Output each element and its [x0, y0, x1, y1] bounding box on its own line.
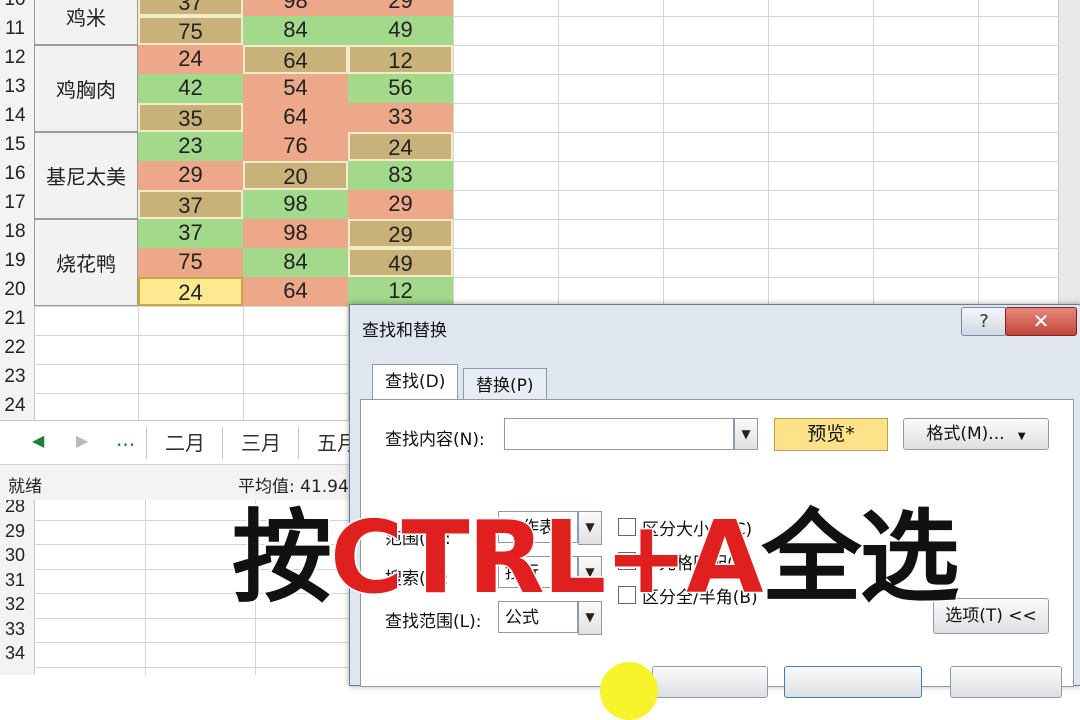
caption-shortcut: CTRL+A [329, 498, 766, 618]
data-cell[interactable]: 84 [243, 248, 348, 277]
chevron-down-icon: ▼ [1017, 431, 1026, 442]
data-cell[interactable]: 24 [138, 277, 243, 306]
find-replace-dialog: 查找和替换 ? ✕ 查找(D) 替换(P) 查找内容(N): ▼ 预览* 格式(… [349, 304, 1080, 698]
row-number[interactable]: 10 [0, 0, 30, 11]
tab-replace[interactable]: 替换(P) [463, 368, 547, 403]
row-number[interactable]: 28 [0, 500, 30, 517]
data-cell[interactable]: 49 [348, 248, 453, 277]
row-number[interactable]: 12 [0, 47, 30, 69]
find-next-button[interactable] [784, 666, 922, 698]
row-number[interactable]: 11 [0, 18, 30, 40]
row-number[interactable]: 15 [0, 134, 30, 156]
data-cell[interactable]: 29 [138, 161, 243, 190]
group-name-cell[interactable]: 鸡胸肉 [34, 45, 138, 132]
row-number[interactable]: 17 [0, 192, 30, 214]
row-number[interactable]: 23 [0, 366, 30, 388]
group-name-cell[interactable]: 烧花鸭 [34, 219, 138, 306]
sheet-tab[interactable]: 三月 [222, 427, 299, 459]
dialog-title: 查找和替换 [362, 321, 447, 341]
help-button[interactable]: ? [961, 307, 1007, 336]
row-number[interactable]: 32 [0, 594, 30, 615]
data-cell[interactable]: 49 [348, 16, 453, 45]
row-number[interactable]: 29 [0, 521, 30, 542]
caption-press: 按 [231, 498, 334, 618]
data-cell[interactable]: 98 [243, 190, 348, 219]
data-cell[interactable]: 98 [243, 219, 348, 248]
find-label: 查找内容(N): [385, 430, 485, 450]
row-number[interactable]: 21 [0, 308, 30, 330]
data-cell[interactable]: 20 [243, 161, 348, 190]
data-cell[interactable]: 29 [348, 190, 453, 219]
data-cell[interactable]: 42 [138, 74, 243, 103]
gridline [145, 500, 146, 675]
data-cell[interactable]: 12 [348, 277, 453, 306]
status-ready: 就绪 [8, 477, 42, 497]
row-number[interactable]: 16 [0, 163, 30, 185]
data-cell[interactable]: 84 [243, 16, 348, 45]
row-number[interactable]: 14 [0, 105, 30, 127]
format-button-label: 格式(M)... [926, 424, 1005, 444]
find-input[interactable] [504, 418, 734, 450]
data-cell[interactable]: 98 [243, 0, 348, 16]
row-number[interactable]: 30 [0, 545, 30, 566]
status-average: 平均值: 41.94 [238, 477, 349, 497]
data-cell[interactable]: 23 [138, 132, 243, 161]
format-preview: 预览* [774, 418, 888, 451]
data-cell[interactable]: 12 [348, 45, 453, 74]
data-cell[interactable]: 64 [243, 277, 348, 306]
format-button[interactable]: 格式(M)... ▼ [903, 418, 1049, 450]
row-number[interactable]: 34 [0, 643, 30, 664]
tab-prev-icon[interactable]: ◀ [32, 431, 44, 450]
data-cell[interactable]: 35 [138, 103, 243, 132]
tab-more-button[interactable]: ... [116, 427, 135, 451]
data-cell[interactable]: 29 [348, 219, 453, 248]
data-cell[interactable]: 56 [348, 74, 453, 103]
find-all-button[interactable] [652, 666, 768, 698]
data-cell[interactable]: 64 [243, 45, 348, 74]
row-number[interactable]: 33 [0, 619, 30, 640]
row-number[interactable]: 24 [0, 395, 30, 417]
sheet-tab[interactable]: 二月 [146, 427, 223, 459]
data-cell[interactable]: 24 [348, 132, 453, 161]
data-cell[interactable]: 76 [243, 132, 348, 161]
data-cell[interactable]: 33 [348, 103, 453, 132]
data-cell[interactable]: 37 [138, 219, 243, 248]
row-number[interactable]: 20 [0, 279, 30, 301]
data-cell[interactable]: 37 [138, 0, 243, 16]
caption-select-all: 全选 [760, 498, 961, 618]
data-cell[interactable]: 75 [138, 248, 243, 277]
overlay-caption: 按CTRL+A全选 [231, 498, 962, 618]
tab-next-icon[interactable]: ▶ [76, 431, 88, 450]
dialog-close-button[interactable] [950, 666, 1062, 698]
row-number[interactable]: 18 [0, 221, 30, 243]
row-number[interactable]: 22 [0, 337, 30, 359]
group-name-cell[interactable]: 基尼太美 [34, 132, 138, 219]
row-number[interactable]: 13 [0, 76, 30, 98]
data-cell[interactable]: 54 [243, 74, 348, 103]
data-cell[interactable]: 64 [243, 103, 348, 132]
close-button[interactable]: ✕ [1005, 307, 1077, 336]
data-cell[interactable]: 37 [138, 190, 243, 219]
row-number[interactable]: 19 [0, 250, 30, 272]
group-name-cell[interactable]: 鸡米 [34, 0, 138, 45]
cursor-highlight [600, 662, 658, 720]
data-cell[interactable]: 29 [348, 0, 453, 16]
data-cell[interactable]: 75 [138, 16, 243, 45]
find-dropdown-icon[interactable]: ▼ [734, 418, 758, 450]
data-cell[interactable]: 83 [348, 161, 453, 190]
tab-find[interactable]: 查找(D) [372, 364, 459, 401]
row-number[interactable]: 31 [0, 570, 30, 591]
data-cell[interactable]: 24 [138, 45, 243, 74]
